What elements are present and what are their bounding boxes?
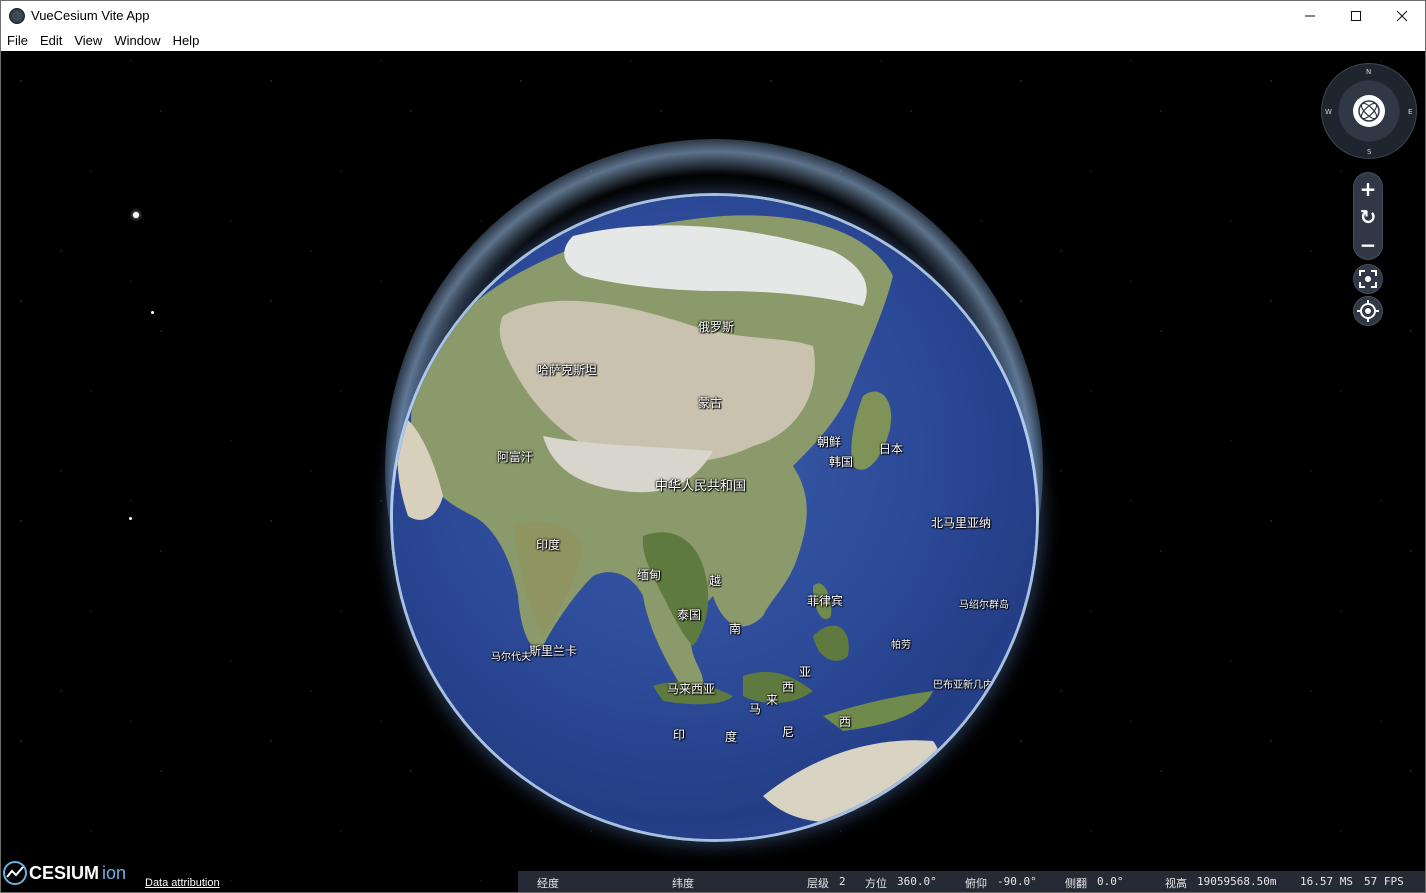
height-label: 视高 [1165, 877, 1187, 890]
star [151, 311, 154, 314]
window-title: VueCesium Vite App [31, 8, 150, 23]
cesium-viewer[interactable]: 俄罗斯 蒙古 中华人民共和国 朝鲜 韩国 日本 哈萨克斯坦 阿富汗 印度 缅甸 … [0, 51, 1426, 893]
menu-edit[interactable]: Edit [34, 30, 68, 51]
maximize-button[interactable] [1333, 1, 1379, 31]
label-indonesia-2: 度 [725, 730, 738, 744]
label-indonesia-1: 印 [673, 728, 686, 742]
compass-s: S [1367, 148, 1372, 156]
label-philippines: 菲律宾 [807, 594, 844, 608]
bright-star [133, 212, 139, 218]
label-palau: 帕劳 [891, 640, 911, 651]
menu-bar: File Edit View Window Help [0, 30, 1426, 51]
zoom-out-button[interactable]: − [1354, 231, 1382, 259]
close-icon [1396, 10, 1408, 22]
compass-gyro-button[interactable] [1353, 95, 1385, 127]
label-indonesia-5: 亚 [799, 665, 812, 679]
heading-label: 方位 [865, 877, 887, 890]
minimize-button[interactable] [1287, 1, 1333, 31]
label-malaysia-2: 马 [749, 702, 762, 716]
latitude-label: 纬度 [672, 877, 694, 890]
fullscreen-button[interactable] [1353, 264, 1383, 294]
zoom-control: + ↻ − [1353, 172, 1383, 260]
label-mongolia: 蒙古 [698, 396, 723, 410]
label-indonesia-4: 西 [839, 715, 852, 729]
fps-value: 57 FPS [1364, 875, 1404, 888]
label-north-korea: 朝鲜 [817, 435, 842, 449]
menu-file[interactable]: File [1, 30, 34, 51]
label-south-korea: 韩国 [829, 455, 854, 469]
label-kazakhstan: 哈萨克斯坦 [537, 363, 598, 377]
cesium-wordmark: CESIUM [29, 862, 100, 883]
globe[interactable]: 俄罗斯 蒙古 中华人民共和国 朝鲜 韩国 日本 哈萨克斯坦 阿富汗 印度 缅甸 … [393, 196, 1036, 839]
label-sri-lanka: 斯里兰卡 [529, 644, 578, 658]
longitude-label: 经度 [537, 877, 559, 890]
label-papua: 巴布亚新几内亚 [933, 680, 1003, 691]
label-vietnam-2: 南 [729, 622, 742, 636]
label-afghanistan: 阿富汗 [497, 450, 534, 464]
label-india: 印度 [536, 538, 561, 552]
compass-n: N [1366, 68, 1372, 76]
heading-value: 360.0° [897, 875, 937, 888]
fullscreen-icon [1359, 270, 1377, 288]
minimize-icon [1305, 15, 1315, 17]
label-thailand: 泰国 [677, 608, 702, 622]
app-icon [9, 7, 25, 24]
label-maldives: 马尔代夫 [491, 652, 531, 663]
maximize-icon [1351, 11, 1361, 21]
label-indonesia-3: 尼 [782, 725, 795, 739]
compass[interactable]: N E S W [1321, 63, 1417, 159]
roll-value: 0.0° [1097, 875, 1124, 888]
label-china: 中华人民共和国 [655, 479, 747, 494]
location-target-icon [1357, 300, 1379, 322]
roll-label: 侧翻 [1065, 877, 1087, 890]
label-marshall: 马绍尔群岛 [959, 600, 1009, 611]
my-location-button[interactable] [1353, 296, 1383, 326]
menu-window[interactable]: Window [108, 30, 166, 51]
title-bar: VueCesium Vite App [0, 0, 1426, 30]
label-malaysia-3: 来 [766, 693, 779, 707]
gyro-icon [1358, 100, 1380, 122]
ion-wordmark: ion [102, 862, 127, 883]
menu-view[interactable]: View [68, 30, 108, 51]
data-attribution-link[interactable]: Data attribution [145, 877, 220, 889]
label-myanmar: 缅甸 [637, 568, 662, 582]
pitch-value: -90.0° [997, 875, 1037, 888]
frame-time-value: 16.57 MS [1300, 875, 1353, 888]
level-value: 2 [839, 875, 846, 888]
menu-help[interactable]: Help [167, 30, 206, 51]
height-value: 19059568.50m [1197, 875, 1277, 888]
star [129, 517, 132, 520]
compass-e: E [1408, 108, 1413, 116]
label-japan: 日本 [879, 442, 904, 456]
label-northern-mariana: 北马里亚纳 [931, 516, 992, 530]
zoom-in-button[interactable]: + [1354, 175, 1382, 203]
label-vietnam-1: 越 [709, 574, 722, 588]
label-malaysia-4: 西 [782, 680, 795, 694]
status-bar: 经度 纬度 层级 2 方位 360.0° 俯仰 -90.0° 侧翻 0.0° 视… [518, 871, 1425, 892]
level-label: 层级 [807, 877, 829, 890]
label-malaysia: 马来西亚 [667, 682, 716, 696]
reset-view-button[interactable]: ↻ [1354, 203, 1382, 231]
cesium-logo[interactable]: CESIUM ion [3, 861, 126, 885]
cesium-logo-icon [3, 861, 27, 885]
window-controls [1287, 1, 1425, 31]
compass-w: W [1325, 108, 1332, 116]
close-button[interactable] [1379, 1, 1425, 31]
pitch-label: 俯仰 [965, 877, 987, 890]
label-russia: 俄罗斯 [698, 320, 735, 334]
